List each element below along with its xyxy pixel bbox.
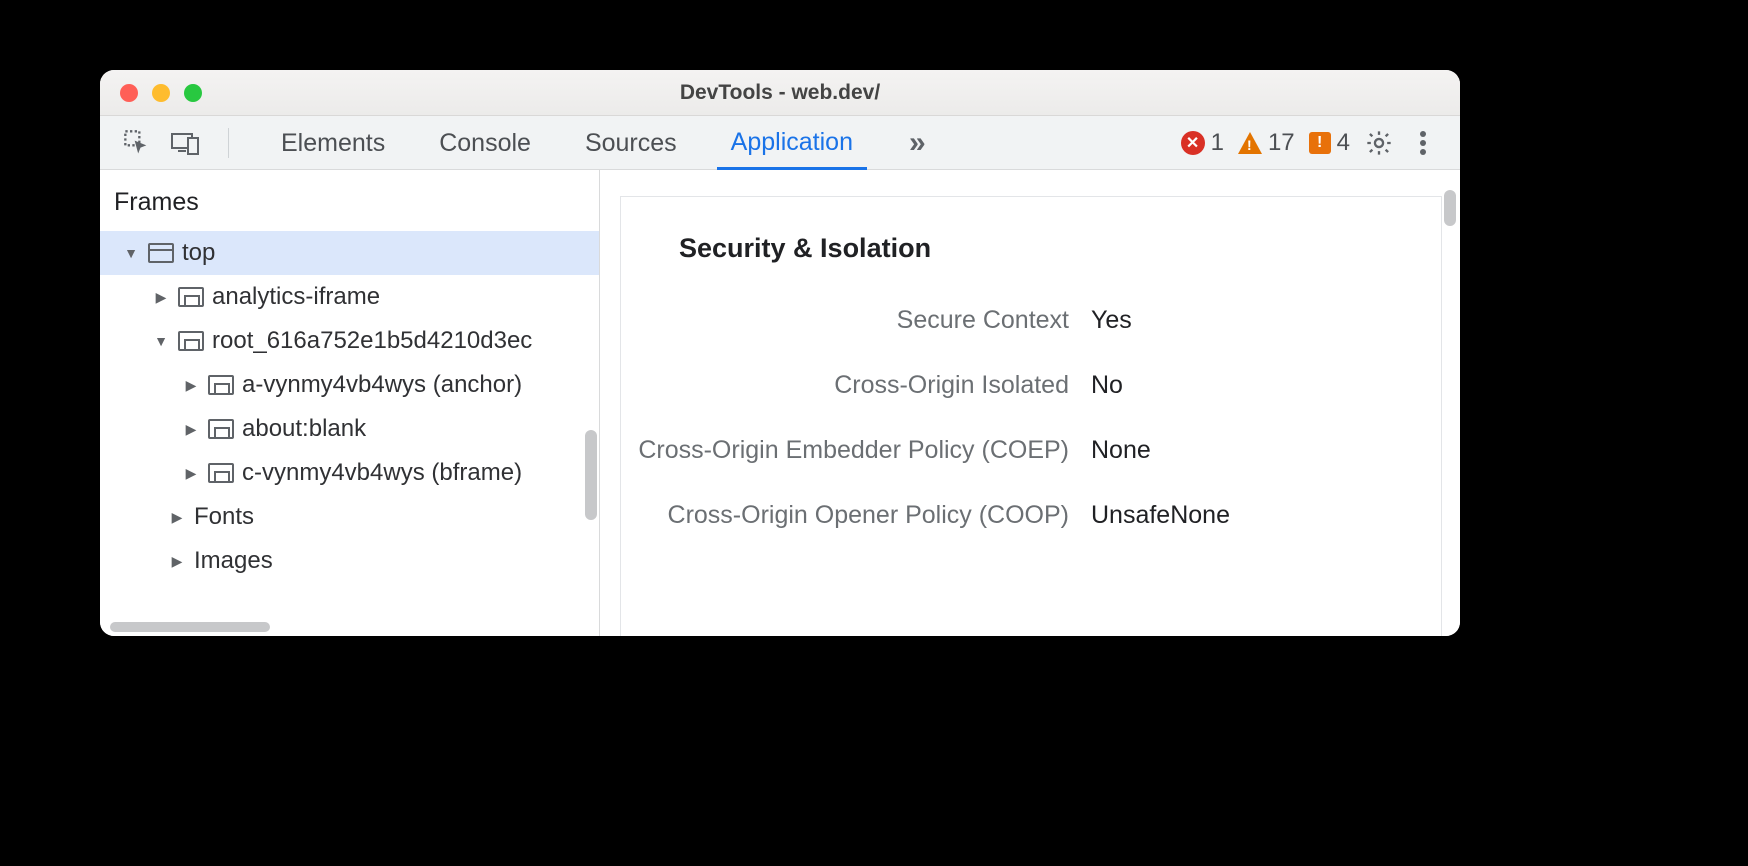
- warning-count-value: 17: [1268, 129, 1295, 157]
- tab-application[interactable]: Application: [717, 116, 867, 170]
- tree-item-top[interactable]: ▼ top: [100, 231, 599, 275]
- kv-row-coop: Cross-Origin Opener Policy (COOP) Unsafe…: [621, 483, 1441, 548]
- warning-count[interactable]: 17: [1238, 129, 1295, 157]
- tree-item-label: top: [182, 239, 215, 267]
- disclosure-triangle-icon[interactable]: ▼: [122, 245, 140, 261]
- error-count-value: 1: [1211, 129, 1224, 157]
- tree-item-label: analytics-iframe: [212, 283, 380, 311]
- minimize-window-button[interactable]: [152, 84, 170, 102]
- titlebar: DevTools - web.dev/: [100, 70, 1460, 116]
- tree-item-fonts[interactable]: ▶ Fonts: [100, 495, 599, 539]
- panel-body: Frames ▼ top ▶ analytics-iframe ▼ root_6…: [100, 170, 1460, 636]
- iframe-icon: [208, 375, 234, 395]
- kv-key: Cross-Origin Isolated: [621, 371, 1091, 400]
- tree-item-label: Fonts: [194, 503, 254, 531]
- more-options-button[interactable]: [1408, 128, 1438, 158]
- toolbar-left-group: [100, 128, 237, 158]
- tree-item-label: root_616a752e1b5d4210d3ec: [212, 327, 532, 355]
- inspect-element-icon[interactable]: [122, 128, 152, 158]
- device-toolbar-icon[interactable]: [170, 128, 200, 158]
- error-count[interactable]: ✕ 1: [1181, 129, 1224, 157]
- kv-key: Cross-Origin Embedder Policy (COEP): [621, 436, 1091, 465]
- details-card: Security & Isolation Secure Context Yes …: [620, 196, 1442, 636]
- kv-value: UnsafeNone: [1091, 501, 1230, 530]
- settings-button[interactable]: [1364, 128, 1394, 158]
- disclosure-triangle-icon[interactable]: ▶: [168, 553, 186, 570]
- iframe-icon: [208, 419, 234, 439]
- disclosure-triangle-icon[interactable]: ▶: [168, 509, 186, 526]
- devtools-window: DevTools - web.dev/ Elements Console: [100, 70, 1460, 636]
- sidebar-heading: Frames: [100, 170, 599, 231]
- issues-count[interactable]: ! 4: [1309, 129, 1350, 157]
- tab-console[interactable]: Console: [425, 117, 545, 168]
- devtools-toolbar: Elements Console Sources Application » ✕…: [100, 116, 1460, 170]
- issues-count-value: 4: [1337, 129, 1350, 157]
- tab-sources[interactable]: Sources: [571, 117, 691, 168]
- window-title: DevTools - web.dev/: [100, 81, 1460, 105]
- sidebar-scrollbar-vertical[interactable]: [585, 430, 597, 520]
- disclosure-triangle-icon[interactable]: ▶: [152, 289, 170, 306]
- frames-tree: ▼ top ▶ analytics-iframe ▼ root_616a752e…: [100, 231, 599, 636]
- iframe-icon: [178, 331, 204, 351]
- kv-key: Cross-Origin Opener Policy (COOP): [621, 501, 1091, 530]
- frame-icon: [148, 243, 174, 263]
- tree-item-analytics-iframe[interactable]: ▶ analytics-iframe: [100, 275, 599, 319]
- main-scrollbar-vertical[interactable]: [1444, 190, 1456, 226]
- kv-row-secure-context: Secure Context Yes: [621, 288, 1441, 353]
- iframe-icon: [178, 287, 204, 307]
- tree-item-label: a-vynmy4vb4wys (anchor): [242, 371, 522, 399]
- kv-value: None: [1091, 436, 1151, 465]
- tree-item-label: c-vynmy4vb4wys (bframe): [242, 459, 522, 487]
- tab-elements[interactable]: Elements: [267, 117, 399, 168]
- section-heading: Security & Isolation: [621, 197, 1441, 288]
- sidebar-scrollbar-horizontal[interactable]: [110, 622, 270, 632]
- tree-item-bframe[interactable]: ▶ c-vynmy4vb4wys (bframe): [100, 451, 599, 495]
- disclosure-triangle-icon[interactable]: ▶: [182, 377, 200, 394]
- toolbar-separator: [228, 128, 229, 158]
- close-window-button[interactable]: [120, 84, 138, 102]
- error-icon: ✕: [1181, 131, 1205, 155]
- more-tabs-button[interactable]: »: [893, 126, 939, 160]
- tree-item-aboutblank[interactable]: ▶ about:blank: [100, 407, 599, 451]
- tree-item-images[interactable]: ▶ Images: [100, 539, 599, 583]
- traffic-lights: [100, 84, 202, 102]
- issues-icon: !: [1309, 132, 1331, 154]
- tree-item-anchor[interactable]: ▶ a-vynmy4vb4wys (anchor): [100, 363, 599, 407]
- kv-value: Yes: [1091, 306, 1132, 335]
- kv-row-cross-origin-isolated: Cross-Origin Isolated No: [621, 353, 1441, 418]
- tree-item-label: Images: [194, 547, 273, 575]
- iframe-icon: [208, 463, 234, 483]
- kv-value: No: [1091, 371, 1123, 400]
- tree-item-label: about:blank: [242, 415, 366, 443]
- frame-details-panel: Security & Isolation Secure Context Yes …: [600, 170, 1460, 636]
- disclosure-triangle-icon[interactable]: ▶: [182, 465, 200, 482]
- panel-tabs: Elements Console Sources Application »: [267, 116, 939, 170]
- disclosure-triangle-icon[interactable]: ▼: [152, 333, 170, 349]
- toolbar-right-group: ✕ 1 17 ! 4: [1181, 128, 1460, 158]
- kv-key: Secure Context: [621, 306, 1091, 335]
- disclosure-triangle-icon[interactable]: ▶: [182, 421, 200, 438]
- warning-icon: [1238, 132, 1262, 154]
- zoom-window-button[interactable]: [184, 84, 202, 102]
- kv-row-coep: Cross-Origin Embedder Policy (COEP) None: [621, 418, 1441, 483]
- frames-sidebar: Frames ▼ top ▶ analytics-iframe ▼ root_6…: [100, 170, 600, 636]
- tree-item-root[interactable]: ▼ root_616a752e1b5d4210d3ec: [100, 319, 599, 363]
